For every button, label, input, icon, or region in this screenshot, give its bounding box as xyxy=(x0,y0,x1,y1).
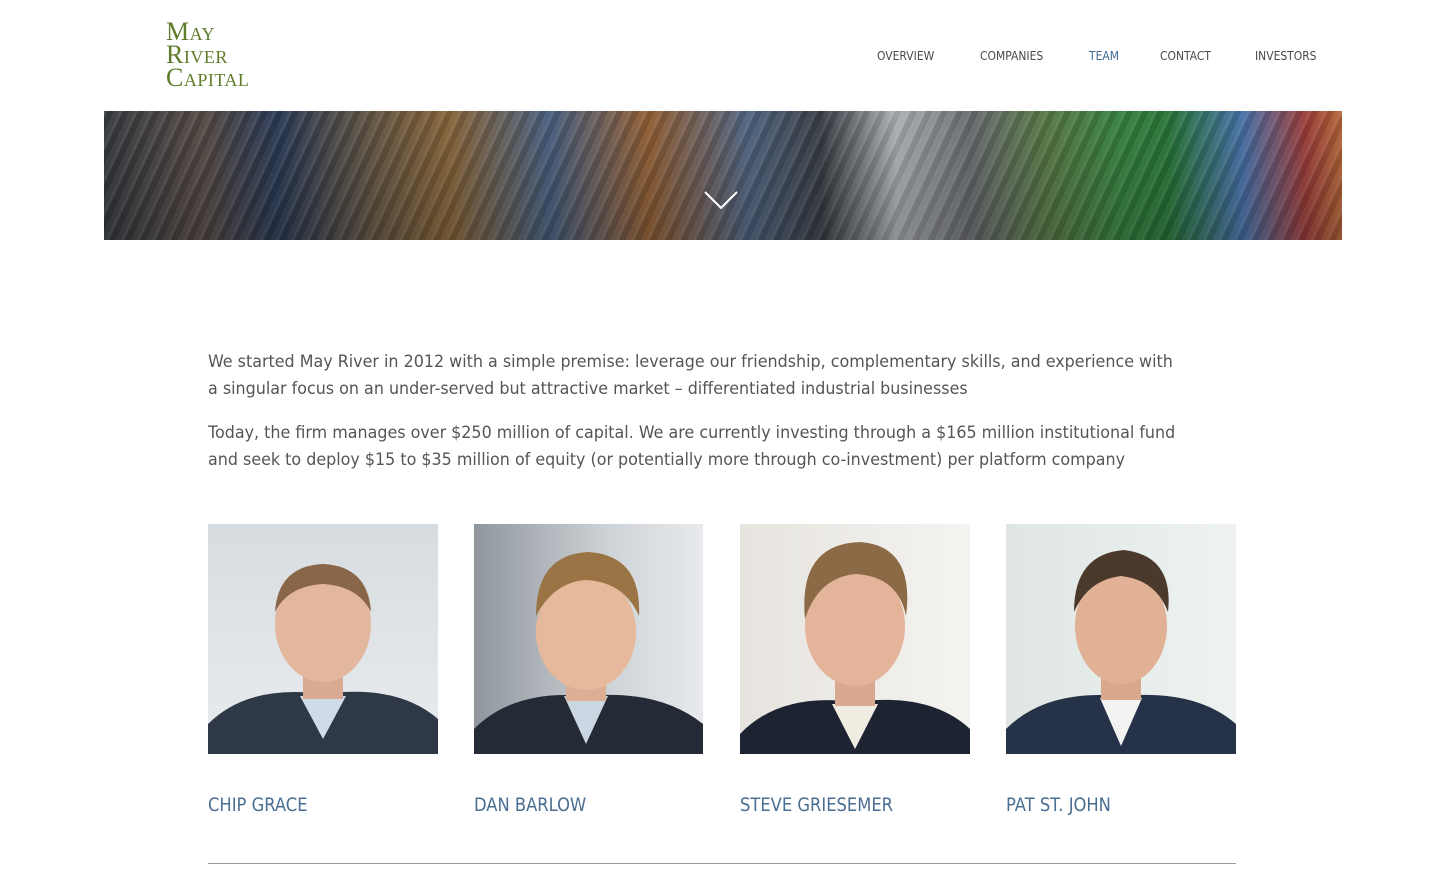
person-portrait-icon xyxy=(474,552,703,754)
nav-item-team[interactable]: TEAM xyxy=(1089,48,1119,63)
intro-section: We started May River in 2012 with a simp… xyxy=(208,348,1218,490)
section-divider xyxy=(208,863,1236,864)
team-grid: CHIP GRACE DAN BARLOW STEVE GRIESEMER PA… xyxy=(208,524,1236,816)
person-portrait-icon xyxy=(1006,550,1236,754)
team-member-name[interactable]: CHIP GRACE xyxy=(208,794,406,816)
person-portrait-icon xyxy=(208,564,438,754)
team-member-name[interactable]: STEVE GRIESEMER xyxy=(740,794,938,816)
logo-line-3: Capital xyxy=(166,63,250,92)
team-member-card[interactable]: CHIP GRACE xyxy=(208,524,438,816)
intro-paragraph-1: We started May River in 2012 with a simp… xyxy=(208,352,1173,398)
team-member-photo[interactable] xyxy=(740,524,970,754)
chevron-down-icon[interactable] xyxy=(704,190,738,210)
team-member-photo[interactable] xyxy=(208,524,438,754)
nav-item-contact[interactable]: CONTACT xyxy=(1160,48,1211,63)
person-portrait-icon xyxy=(740,542,970,754)
hero-banner-image xyxy=(104,111,1342,240)
team-member-name[interactable]: DAN BARLOW xyxy=(474,794,672,816)
nav-item-companies[interactable]: COMPANIES xyxy=(980,48,1043,63)
team-member-card[interactable]: DAN BARLOW xyxy=(474,524,704,816)
team-member-card[interactable]: STEVE GRIESEMER xyxy=(740,524,970,816)
nav-item-overview[interactable]: OVERVIEW xyxy=(877,48,934,63)
nav-item-investors[interactable]: INVESTORS xyxy=(1255,48,1317,63)
intro-paragraph-2: Today, the firm manages over $250 millio… xyxy=(208,423,1176,469)
team-member-name[interactable]: PAT ST. JOHN xyxy=(1006,794,1204,816)
logo[interactable]: May River Capital xyxy=(166,19,250,92)
team-member-photo[interactable] xyxy=(474,524,703,754)
team-member-photo[interactable] xyxy=(1006,524,1236,754)
main-nav: OVERVIEW COMPANIES TEAM CONTACT INVESTOR… xyxy=(877,48,1327,63)
hero-shade xyxy=(104,111,1342,240)
team-member-card[interactable]: PAT ST. JOHN xyxy=(1006,524,1236,816)
